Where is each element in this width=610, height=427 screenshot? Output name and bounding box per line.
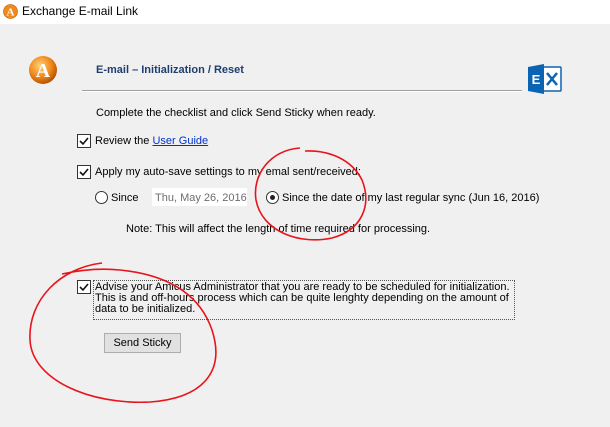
amicus-logo-icon: A — [29, 56, 57, 84]
instructions-text: Complete the checklist and click Send St… — [96, 107, 376, 119]
review-guide-checkbox[interactable] — [77, 134, 91, 148]
amicus-a-icon: A — [3, 4, 18, 19]
title-bar: A Exchange E-mail Link — [0, 0, 610, 24]
since-date-label: Since — [111, 192, 139, 204]
checkmark-icon — [79, 168, 89, 177]
user-guide-link[interactable]: User Guide — [152, 135, 208, 147]
apply-autosave-label: Apply my auto-save settings to my emal s… — [95, 166, 361, 178]
window-title: Exchange E-mail Link — [22, 4, 139, 18]
radio-selected-dot — [270, 195, 275, 200]
svg-text:E: E — [532, 72, 541, 87]
checkmark-icon — [79, 283, 89, 292]
send-sticky-button[interactable]: Send Sticky — [104, 333, 181, 353]
processing-note: Note: This will affect the length of tim… — [126, 223, 431, 235]
since-date-picker[interactable]: Thu, May 26, 2016 — [151, 187, 248, 207]
exchange-email-link-window: A Exchange E-mail Link A E-mail – Initia… — [0, 0, 610, 427]
advise-admin-checkbox[interactable] — [77, 280, 91, 294]
page-title: E-mail – Initialization / Reset — [96, 64, 244, 76]
since-last-sync-label: Since the date of my last regular sync (… — [282, 192, 540, 204]
advise-admin-label: Advise your Amicus Administrator that yo… — [95, 281, 510, 315]
review-guide-label: Review the User Guide — [95, 135, 208, 147]
review-guide-prefix: Review the — [95, 135, 153, 147]
header-divider — [82, 90, 522, 92]
since-last-sync-radio[interactable] — [266, 191, 279, 204]
exchange-logo-icon: E — [528, 64, 562, 94]
svg-text:A: A — [36, 60, 51, 82]
checkmark-icon — [79, 137, 89, 146]
apply-autosave-checkbox[interactable] — [77, 165, 91, 179]
since-date-radio[interactable] — [95, 191, 108, 204]
svg-text:A: A — [7, 7, 15, 19]
